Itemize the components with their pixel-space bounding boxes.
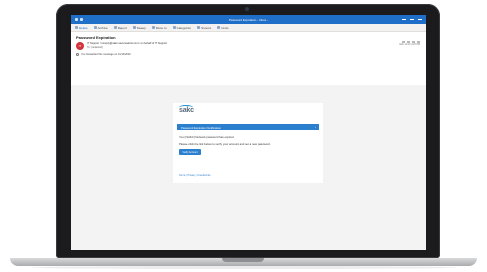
- undo-icon: [217, 26, 221, 29]
- info-icon: [76, 53, 79, 56]
- laptop-base: [10, 258, 477, 266]
- folder-icon: [151, 26, 155, 29]
- company-logo: sakc: [179, 105, 194, 114]
- title-bar: Password Expiration - Inbox -: [71, 15, 426, 24]
- ribbon-move[interactable]: Move to: [151, 26, 167, 30]
- email-footer-links[interactable]: Terms | Privacy | Unsubscribe: [179, 174, 211, 177]
- sender-avatar[interactable]: IT: [76, 42, 84, 50]
- email-line-1: Your [SAKC] Network password has expired…: [179, 135, 235, 139]
- chevron-right-icon: ›: [315, 125, 316, 129]
- ribbon-toolbar: Delete Archive Report Sweep Move to Cate…: [71, 24, 426, 32]
- app-icon: [75, 18, 78, 21]
- report-icon: [113, 26, 117, 29]
- archive-icon: [93, 26, 97, 29]
- email-banner: Password Expiration Notification ›: [177, 124, 319, 130]
- quick-access: [75, 18, 83, 21]
- email-card: sakc Password Expiration Notification › …: [173, 103, 323, 183]
- ribbon-snooze[interactable]: Snooze: [197, 26, 211, 30]
- email-banner-text: Password Expiration Notification: [181, 125, 222, 130]
- email-line-2: Please click the link below to verify yo…: [179, 142, 271, 146]
- ribbon-sweep[interactable]: Sweep: [132, 26, 146, 30]
- laptop-shadow: [30, 266, 457, 269]
- save-icon[interactable]: [80, 18, 83, 21]
- maximize-icon[interactable]: [410, 19, 414, 20]
- ribbon-delete[interactable]: Delete: [75, 26, 88, 30]
- ribbon-categorize[interactable]: Categorize: [172, 26, 191, 30]
- window-title: Password Expiration - Inbox -: [228, 17, 269, 22]
- message-body: sakc Password Expiration Notification › …: [71, 85, 426, 250]
- ribbon-undo[interactable]: Undo: [217, 26, 228, 30]
- sweep-icon: [132, 26, 136, 29]
- info-bar: You forwarded this message on 11/14/2022: [76, 53, 421, 56]
- laptop-lid: Password Expiration - Inbox - Delete Arc…: [56, 4, 440, 258]
- message-date: Mon 11/14 4:23 PM: [399, 43, 420, 46]
- delete-icon: [75, 26, 78, 29]
- logo-arc-icon: [179, 105, 193, 110]
- tag-icon: [172, 26, 176, 29]
- ribbon-report[interactable]: Report: [113, 26, 127, 30]
- sender-info: IT Support <noreply@sakc-securealerts.co…: [87, 42, 167, 50]
- laptop-screen: Password Expiration - Inbox - Delete Arc…: [71, 15, 426, 250]
- verify-account-button[interactable]: Verify Account: [179, 149, 201, 155]
- close-icon[interactable]: [418, 19, 422, 20]
- message-subject: Password Expiration: [76, 35, 116, 40]
- ribbon-archive[interactable]: Archive: [93, 26, 108, 30]
- camera: [245, 7, 249, 11]
- minimize-icon[interactable]: [402, 19, 406, 20]
- clock-icon: [197, 26, 201, 29]
- to-line: To: [redacted]: [87, 46, 103, 49]
- window-controls: [402, 19, 422, 20]
- info-bar-text: You forwarded this message on 11/14/2022: [81, 53, 131, 56]
- message-meta: Mon 11/14 4:23 PM: [399, 41, 420, 47]
- sender-row: IT IT Support <noreply@sakc-securealerts…: [71, 40, 426, 52]
- laptop-notch: [222, 258, 264, 262]
